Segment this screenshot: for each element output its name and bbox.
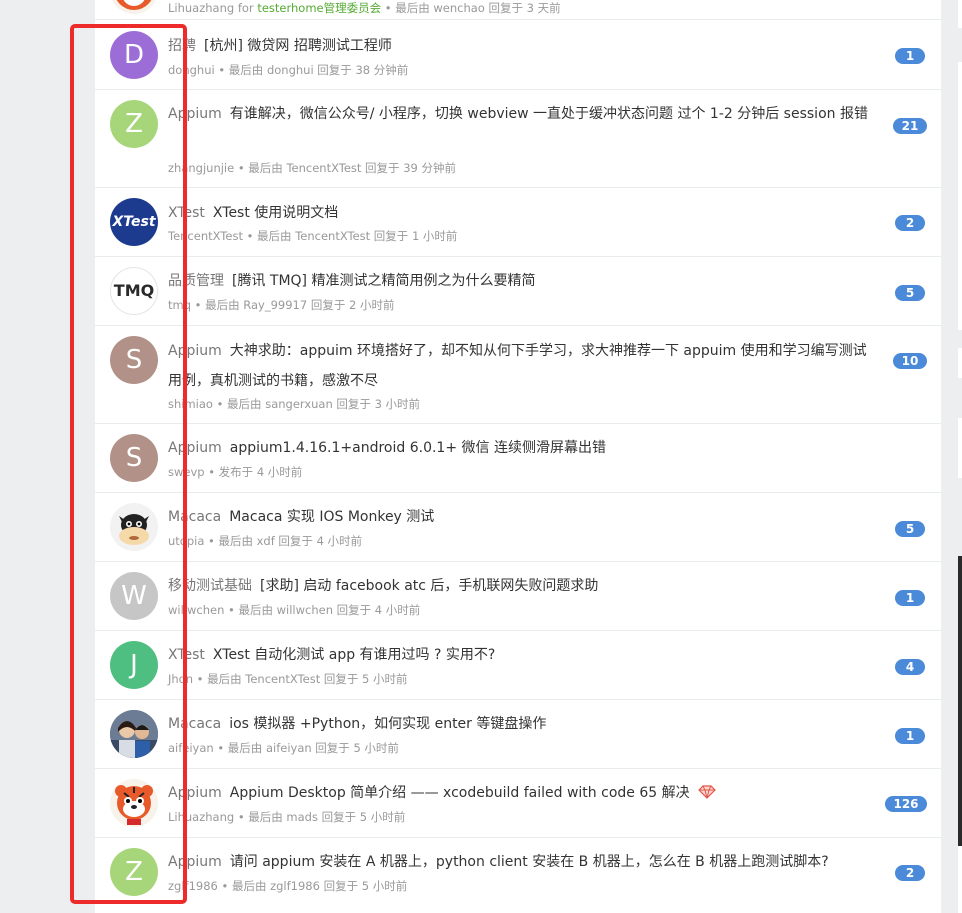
topic-meta: TencentXTest • 最后由 TencentXTest 回复于 1 小时… <box>168 229 458 243</box>
topic-meta: shimiao • 最后由 sangerxuan 回复于 3 小时前 <box>168 397 421 411</box>
topic-title[interactable]: Macaca 实现 IOS Monkey 测试 <box>229 509 434 525</box>
topic-item[interactable]: XTest XTest XTest 使用说明文档 TencentXTest • 最… <box>95 188 941 257</box>
topic-meta: utopia • 最后由 xdf 回复于 4 小时前 <box>168 534 363 548</box>
topic-meta: donghui • 最后由 donghui 回复于 38 分钟前 <box>168 63 409 77</box>
reply-count-badge[interactable]: 1 <box>895 590 925 606</box>
reply-count-badge[interactable]: 10 <box>893 353 927 369</box>
topic-meta: tmq • 最后由 Ray_99917 回复于 2 小时前 <box>168 298 395 312</box>
topic-title[interactable]: [杭州] 微贷网 招聘测试工程师 <box>204 38 392 54</box>
topic-meta: zglf1986 • 最后由 zglf1986 回复于 5 小时前 <box>168 879 408 893</box>
reply-count-badge[interactable]: 126 <box>885 796 927 812</box>
topic-item[interactable]: J XTest XTest 自动化测试 app 有谁用过吗 ? 实用不? Jhon… <box>95 631 941 700</box>
topic-item[interactable]: Macaca ios 模拟器 +Python，如何实现 enter 等键盘操作 a… <box>95 700 941 769</box>
topic-meta: Lihuazhang for testerhome管理委员会 • 最后由 wen… <box>168 0 561 16</box>
topic-title[interactable]: XTest 自动化测试 app 有谁用过吗 ? 实用不? <box>213 647 495 663</box>
topic-meta: Lihuazhang • 最后由 mads 回复于 5 小时前 <box>168 810 406 824</box>
highlight-frame <box>70 24 187 904</box>
topic-item[interactable]: S Appium 大神求助：appuim 环境搭好了，却不知从何下手学习，求大神推… <box>95 326 941 424</box>
reply-count-badge[interactable]: 2 <box>895 865 925 881</box>
topic-item[interactable]: W 移动测试基础 [求助] 启动 facebook atc 后，手机联网失败问题求… <box>95 562 941 631</box>
topic-meta: zhangjunjie • 最后由 TencentXTest 回复于 39 分钟… <box>168 161 456 175</box>
topic-title[interactable]: [腾讯 TMQ] 精准测试之精简用例之为什么要精简 <box>232 273 535 289</box>
topic-meta: willwchen • 最后由 willwchen 回复于 4 小时前 <box>168 603 421 617</box>
topic-title[interactable]: appium1.4.16.1+android 6.0.1+ 微信 连续侧滑屏幕出… <box>230 440 606 456</box>
topic-title[interactable]: Appium Desktop 简单介绍 —— xcodebuild failed… <box>230 785 690 801</box>
reply-count-badge[interactable]: 1 <box>895 48 925 64</box>
reply-count-badge[interactable]: 5 <box>895 285 925 301</box>
diamond-icon <box>697 780 716 810</box>
topic-title[interactable]: [求助] 启动 facebook atc 后，手机联网失败问题求助 <box>260 578 598 594</box>
avatar-tiger-partial[interactable] <box>110 0 158 14</box>
topic-list-panel: Lihuazhang for testerhome管理委员会 • 最后由 wen… <box>95 0 941 913</box>
topic-item[interactable]: Z Appium 请问 appium 安装在 A 机器上，python clien… <box>95 838 941 913</box>
reply-count-badge[interactable]: 1 <box>895 728 925 744</box>
reply-count-badge[interactable]: 5 <box>895 521 925 537</box>
meta-rest: • 最后由 wenchao 回复于 3 天前 <box>381 1 561 15</box>
topic-title[interactable]: 请问 appium 安装在 A 机器上，python client 安装在 B … <box>230 854 829 870</box>
topic-item[interactable]: S Appium appium1.4.16.1+android 6.0.1+ 微信… <box>95 424 941 493</box>
topic-title[interactable]: XTest 使用说明文档 <box>213 205 338 221</box>
topic-item[interactable]: Appium Appium Desktop 简单介绍 —— xcodebuild … <box>95 769 941 838</box>
reply-count-badge[interactable]: 4 <box>895 659 925 675</box>
topic-item-partial[interactable]: Lihuazhang for testerhome管理委员会 • 最后由 wen… <box>95 0 941 20</box>
reply-count-badge[interactable]: 2 <box>895 215 925 231</box>
topic-meta: swevp • 发布于 4 小时前 <box>168 465 303 479</box>
topic-item[interactable]: D 招聘 [杭州] 微贷网 招聘测试工程师 donghui • 最后由 dongh… <box>95 20 941 90</box>
sidebar-edge <box>941 0 962 913</box>
topic-meta: aifeiyan • 最后由 aifeiyan 回复于 5 小时前 <box>168 741 399 755</box>
topic-title[interactable]: ios 模拟器 +Python，如何实现 enter 等键盘操作 <box>229 716 546 732</box>
meta-for: for <box>234 1 258 15</box>
topic-item[interactable]: TMQ 品质管理 [腾讯 TMQ] 精准测试之精简用例之为什么要精简 tmq • … <box>95 257 941 326</box>
reply-count-badge[interactable]: 21 <box>893 118 927 134</box>
topic-meta: Jhon • 最后由 TencentXTest 回复于 5 小时前 <box>168 672 408 686</box>
topic-title[interactable]: 大神求助：appuim 环境搭好了，却不知从何下手学习，求大神推荐一下 appu… <box>168 343 867 389</box>
meta-user[interactable]: Lihuazhang <box>168 1 234 15</box>
group-link[interactable]: testerhome管理委员会 <box>257 1 381 15</box>
topic-item[interactable]: Z Appium 有谁解决，微信公众号/ 小程序，切换 webview 一直处于缓… <box>95 90 941 188</box>
topic-item[interactable]: Macaca Macaca 实现 IOS Monkey 测试 utopia • 最… <box>95 493 941 562</box>
topic-title[interactable]: 有谁解决，微信公众号/ 小程序，切换 webview 一直处于缓冲状态问题 过个… <box>230 106 868 122</box>
